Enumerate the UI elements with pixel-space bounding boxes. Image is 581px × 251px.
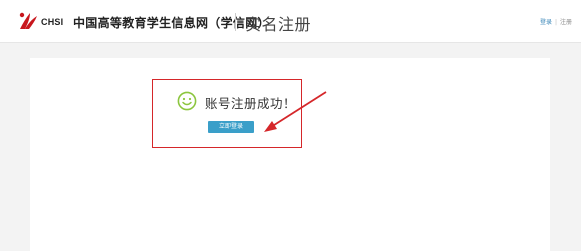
top-links: 登录 | 注册 (540, 17, 572, 26)
header-divider (235, 13, 236, 31)
annotation-highlight-box (152, 79, 302, 148)
page-title: 实名注册 (245, 15, 312, 34)
site-header: CHSI 中国高等教育学生信息网（学信网） 实名注册 登录 | 注册 (0, 0, 581, 43)
link-separator: | (554, 19, 557, 26)
chsi-logo-icon[interactable] (17, 10, 43, 30)
site-name[interactable]: 中国高等教育学生信息网（学信网） (73, 14, 270, 31)
logo-text: CHSI (41, 17, 64, 27)
login-link[interactable]: 登录 (540, 19, 552, 26)
register-link[interactable]: 注册 (560, 19, 572, 26)
